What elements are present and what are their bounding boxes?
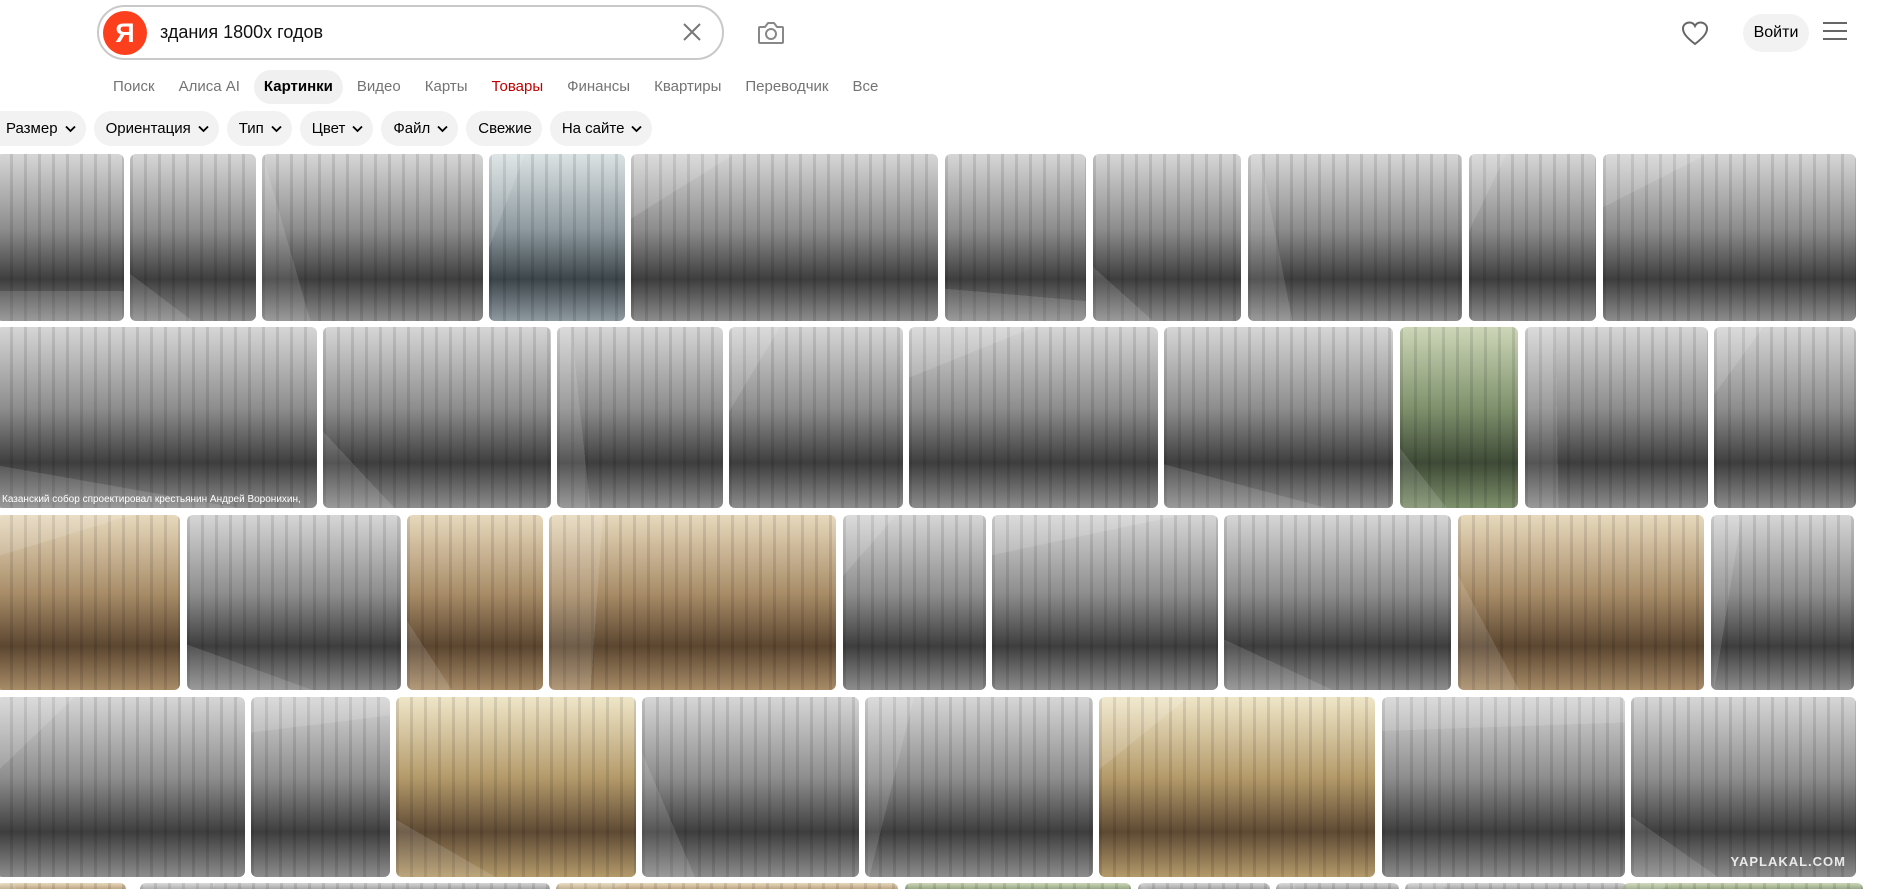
tab-images[interactable]: Картинки	[253, 70, 343, 104]
filter-label: Файл	[393, 120, 431, 137]
tab-all[interactable]: Все	[843, 70, 889, 104]
image-thumbnail[interactable]	[1525, 327, 1708, 508]
chevron-down-icon	[352, 125, 363, 132]
image-thumbnail[interactable]	[1603, 154, 1856, 321]
image-thumbnail[interactable]	[631, 154, 938, 321]
image-thumbnail[interactable]	[0, 883, 126, 889]
heart-icon[interactable]	[1680, 18, 1710, 48]
yandex-logo[interactable]: Я	[103, 11, 147, 55]
image-thumbnail[interactable]	[140, 883, 550, 889]
filter-size[interactable]: Размер	[0, 111, 86, 146]
tab-translate[interactable]: Переводчик	[735, 70, 838, 104]
service-tabs: Поиск Алиса AI Картинки Видео Карты Това…	[103, 70, 892, 104]
image-thumbnail[interactable]	[1224, 515, 1451, 690]
chevron-down-icon	[198, 125, 209, 132]
chevron-down-icon	[437, 125, 448, 132]
watermark-text: YAPLAKAL.COM	[1730, 854, 1846, 869]
image-thumbnail[interactable]	[251, 697, 390, 877]
image-thumbnail[interactable]	[945, 154, 1086, 321]
filter-color[interactable]: Цвет	[299, 111, 374, 146]
image-thumbnail[interactable]	[1405, 883, 1627, 889]
image-thumbnail[interactable]	[642, 697, 859, 877]
image-thumbnail[interactable]	[1164, 327, 1393, 508]
image-thumbnail[interactable]: YAPLAKAL.COM	[1631, 697, 1856, 877]
image-thumbnail[interactable]	[262, 154, 483, 321]
image-thumbnail[interactable]	[187, 515, 401, 690]
chevron-down-icon	[271, 125, 282, 132]
filter-fresh[interactable]: Свежие	[466, 111, 542, 146]
image-thumbnail[interactable]	[0, 515, 180, 690]
image-thumbnail[interactable]	[1276, 883, 1399, 889]
image-thumbnail[interactable]	[909, 327, 1158, 508]
chevron-down-icon	[64, 125, 76, 132]
image-thumbnail[interactable]	[557, 327, 723, 508]
image-caption: Казанский собор спроектировал крестьянин…	[2, 494, 301, 505]
image-thumbnail[interactable]	[549, 515, 836, 690]
image-thumbnail[interactable]	[0, 697, 245, 877]
image-thumbnail[interactable]	[323, 327, 551, 508]
filter-file[interactable]: Файл	[381, 111, 459, 146]
image-thumbnail[interactable]	[489, 154, 625, 321]
image-thumbnail[interactable]	[1623, 883, 1863, 889]
image-thumbnail[interactable]	[1714, 327, 1856, 508]
image-thumbnail[interactable]	[905, 883, 1131, 889]
image-thumbnail[interactable]: Казанский собор спроектировал крестьянин…	[0, 327, 317, 508]
close-icon[interactable]	[680, 20, 704, 44]
tab-maps[interactable]: Карты	[415, 70, 478, 104]
filter-label: Цвет	[311, 120, 346, 137]
filter-label: Тип	[238, 120, 264, 137]
chevron-down-icon	[631, 125, 643, 132]
image-thumbnail[interactable]	[0, 154, 124, 321]
camera-icon[interactable]	[755, 17, 787, 49]
image-thumbnail[interactable]	[1469, 154, 1596, 321]
tab-finance[interactable]: Финансы	[557, 70, 640, 104]
tab-video[interactable]: Видео	[347, 70, 411, 104]
filter-label: Свежие	[478, 120, 532, 137]
filter-label: Размер	[6, 120, 58, 137]
image-thumbnail[interactable]	[1093, 154, 1241, 321]
image-thumbnail[interactable]	[729, 327, 903, 508]
image-thumbnail[interactable]	[1400, 327, 1518, 508]
filter-type[interactable]: Тип	[226, 111, 292, 146]
filter-on-site[interactable]: На сайте	[549, 111, 653, 146]
tab-search[interactable]: Поиск	[103, 70, 165, 104]
search-box[interactable]: Я здания 1800х годов	[97, 5, 724, 60]
filter-bar: Размер Ориентация Тип Цвет Файл Свежие Н…	[0, 111, 660, 147]
menu-icon[interactable]	[1823, 22, 1847, 42]
filter-label: Ориентация	[105, 120, 191, 137]
filter-orientation[interactable]: Ориентация	[93, 111, 219, 146]
image-thumbnail[interactable]	[1711, 515, 1854, 690]
image-thumbnail[interactable]	[1099, 697, 1375, 877]
login-button[interactable]: Войти	[1743, 14, 1809, 52]
image-thumbnail[interactable]	[843, 515, 986, 690]
image-thumbnail[interactable]	[1138, 883, 1270, 889]
tab-alice[interactable]: Алиса AI	[169, 70, 250, 104]
image-thumbnail[interactable]	[865, 697, 1093, 877]
image-thumbnail[interactable]	[407, 515, 543, 690]
image-thumbnail[interactable]	[1382, 697, 1625, 877]
image-thumbnail[interactable]	[396, 697, 636, 877]
image-thumbnail[interactable]	[556, 883, 898, 889]
search-input[interactable]: здания 1800х годов	[160, 22, 323, 43]
filter-label: На сайте	[561, 120, 625, 137]
image-thumbnail[interactable]	[992, 515, 1218, 690]
tab-products[interactable]: Товары	[482, 70, 554, 104]
image-thumbnail[interactable]	[130, 154, 256, 321]
image-thumbnail[interactable]	[1458, 515, 1704, 690]
image-thumbnail[interactable]	[1248, 154, 1462, 321]
tab-realty[interactable]: Квартиры	[644, 70, 731, 104]
